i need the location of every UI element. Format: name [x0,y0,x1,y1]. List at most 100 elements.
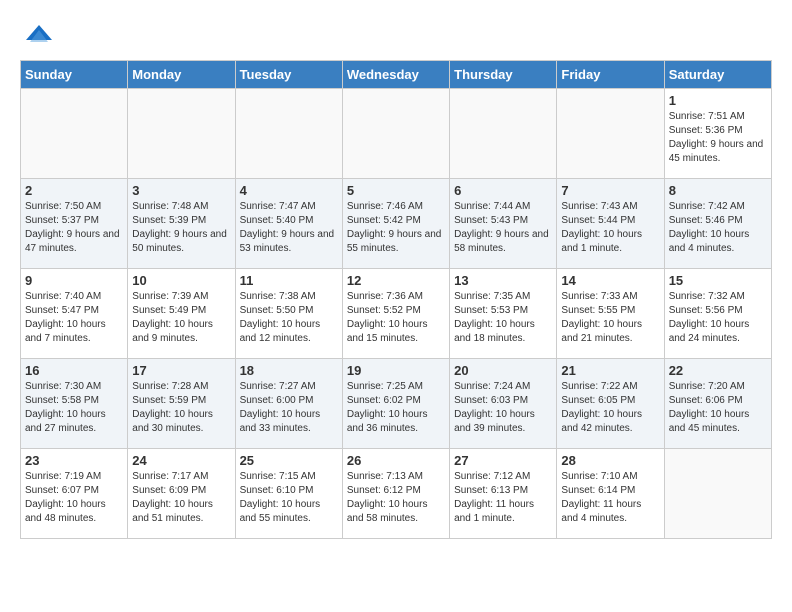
calendar-cell: 12 Sunrise: 7:36 AM Sunset: 5:52 PM Dayli… [342,269,449,359]
day-number: 10 [132,273,230,288]
day-info: Sunrise: 7:35 AM Sunset: 5:53 PM Dayligh… [454,290,552,346]
col-header-thursday: Thursday [450,61,557,89]
calendar-cell: 19 Sunrise: 7:25 AM Sunset: 6:02 PM Dayli… [342,359,449,449]
day-number: 26 [347,453,445,468]
day-number: 14 [561,273,659,288]
day-info: Sunrise: 7:50 AM Sunset: 5:37 PM Dayligh… [25,200,123,256]
day-number: 8 [669,183,767,198]
day-info: Sunrise: 7:51 AM Sunset: 5:36 PM Dayligh… [669,110,767,166]
day-info: Sunrise: 7:39 AM Sunset: 5:49 PM Dayligh… [132,290,230,346]
logo-text [20,20,54,50]
day-info: Sunrise: 7:43 AM Sunset: 5:44 PM Dayligh… [561,200,659,256]
day-number: 9 [25,273,123,288]
calendar-cell: 3Sunrise: 7:48 AM Sunset: 5:39 PM Daylig… [128,179,235,269]
calendar-cell: 23 Sunrise: 7:19 AM Sunset: 6:07 PM Dayli… [21,449,128,539]
col-header-tuesday: Tuesday [235,61,342,89]
col-header-sunday: Sunday [21,61,128,89]
day-info: Sunrise: 7:27 AM Sunset: 6:00 PM Dayligh… [240,380,338,436]
day-info: Sunrise: 7:44 AM Sunset: 5:43 PM Dayligh… [454,200,552,256]
calendar-cell [450,89,557,179]
calendar-cell: 8 Sunrise: 7:42 AM Sunset: 5:46 PM Daylig… [664,179,771,269]
day-info: Sunrise: 7:33 AM Sunset: 5:55 PM Dayligh… [561,290,659,346]
day-info: Sunrise: 7:17 AM Sunset: 6:09 PM Dayligh… [132,470,230,526]
calendar-cell: 14 Sunrise: 7:33 AM Sunset: 5:55 PM Dayli… [557,269,664,359]
calendar-cell: 18 Sunrise: 7:27 AM Sunset: 6:00 PM Dayli… [235,359,342,449]
day-info: Sunrise: 7:13 AM Sunset: 6:12 PM Dayligh… [347,470,445,526]
calendar-cell: 1 Sunrise: 7:51 AM Sunset: 5:36 PM Daylig… [664,89,771,179]
day-number: 21 [561,363,659,378]
day-number: 2 [25,183,123,198]
day-number: 11 [240,273,338,288]
logo-icon [24,20,54,50]
day-info: Sunrise: 7:15 AM Sunset: 6:10 PM Dayligh… [240,470,338,526]
day-info: Sunrise: 7:32 AM Sunset: 5:56 PM Dayligh… [669,290,767,346]
col-header-saturday: Saturday [664,61,771,89]
day-info: Sunrise: 7:19 AM Sunset: 6:07 PM Dayligh… [25,470,123,526]
day-number: 23 [25,453,123,468]
calendar-cell: 11 Sunrise: 7:38 AM Sunset: 5:50 PM Dayli… [235,269,342,359]
day-number: 7 [561,183,659,198]
day-info: Sunrise: 7:22 AM Sunset: 6:05 PM Dayligh… [561,380,659,436]
calendar-cell: 24 Sunrise: 7:17 AM Sunset: 6:09 PM Dayli… [128,449,235,539]
day-number: 19 [347,363,445,378]
calendar-cell: 25Sunrise: 7:15 AM Sunset: 6:10 PM Dayli… [235,449,342,539]
calendar-cell: 2 Sunrise: 7:50 AM Sunset: 5:37 PM Daylig… [21,179,128,269]
calendar-cell: 5 Sunrise: 7:46 AM Sunset: 5:42 PM Daylig… [342,179,449,269]
calendar-cell: 20 Sunrise: 7:24 AM Sunset: 6:03 PM Dayli… [450,359,557,449]
day-info: Sunrise: 7:20 AM Sunset: 6:06 PM Dayligh… [669,380,767,436]
day-number: 20 [454,363,552,378]
day-info: Sunrise: 7:36 AM Sunset: 5:52 PM Dayligh… [347,290,445,346]
calendar-cell: 13 Sunrise: 7:35 AM Sunset: 5:53 PM Dayli… [450,269,557,359]
calendar-week-row: 1 Sunrise: 7:51 AM Sunset: 5:36 PM Daylig… [21,89,772,179]
day-number: 6 [454,183,552,198]
calendar-week-row: 9 Sunrise: 7:40 AM Sunset: 5:47 PM Daylig… [21,269,772,359]
day-number: 24 [132,453,230,468]
day-info: Sunrise: 7:25 AM Sunset: 6:02 PM Dayligh… [347,380,445,436]
day-info: Sunrise: 7:10 AM Sunset: 6:14 PM Dayligh… [561,470,659,526]
day-info: Sunrise: 7:38 AM Sunset: 5:50 PM Dayligh… [240,290,338,346]
day-info: Sunrise: 7:12 AM Sunset: 6:13 PM Dayligh… [454,470,552,526]
calendar-cell [21,89,128,179]
day-number: 4 [240,183,338,198]
calendar-header-row: SundayMondayTuesdayWednesdayThursdayFrid… [21,61,772,89]
calendar-cell [128,89,235,179]
calendar-week-row: 16Sunrise: 7:30 AM Sunset: 5:58 PM Dayli… [21,359,772,449]
calendar-cell: 4 Sunrise: 7:47 AM Sunset: 5:40 PM Daylig… [235,179,342,269]
calendar-week-row: 23 Sunrise: 7:19 AM Sunset: 6:07 PM Dayli… [21,449,772,539]
calendar-cell: 21 Sunrise: 7:22 AM Sunset: 6:05 PM Dayli… [557,359,664,449]
calendar-table: SundayMondayTuesdayWednesdayThursdayFrid… [20,60,772,539]
day-number: 5 [347,183,445,198]
col-header-friday: Friday [557,61,664,89]
calendar-cell [235,89,342,179]
day-number: 28 [561,453,659,468]
calendar-cell: 10 Sunrise: 7:39 AM Sunset: 5:49 PM Dayli… [128,269,235,359]
calendar-cell: 28 Sunrise: 7:10 AM Sunset: 6:14 PM Dayli… [557,449,664,539]
calendar-cell: 22 Sunrise: 7:20 AM Sunset: 6:06 PM Dayli… [664,359,771,449]
day-info: Sunrise: 7:47 AM Sunset: 5:40 PM Dayligh… [240,200,338,256]
calendar-cell: 27 Sunrise: 7:12 AM Sunset: 6:13 PM Dayli… [450,449,557,539]
day-number: 1 [669,93,767,108]
day-info: Sunrise: 7:46 AM Sunset: 5:42 PM Dayligh… [347,200,445,256]
day-number: 18 [240,363,338,378]
calendar-cell: 17Sunrise: 7:28 AM Sunset: 5:59 PM Dayli… [128,359,235,449]
day-info: Sunrise: 7:42 AM Sunset: 5:46 PM Dayligh… [669,200,767,256]
calendar-week-row: 2 Sunrise: 7:50 AM Sunset: 5:37 PM Daylig… [21,179,772,269]
calendar-cell: 15Sunrise: 7:32 AM Sunset: 5:56 PM Dayli… [664,269,771,359]
logo [20,20,54,50]
calendar-cell [557,89,664,179]
day-number: 13 [454,273,552,288]
col-header-monday: Monday [128,61,235,89]
day-number: 16 [25,363,123,378]
day-number: 12 [347,273,445,288]
calendar-cell [664,449,771,539]
day-number: 22 [669,363,767,378]
page-header [20,20,772,50]
day-info: Sunrise: 7:40 AM Sunset: 5:47 PM Dayligh… [25,290,123,346]
day-info: Sunrise: 7:24 AM Sunset: 6:03 PM Dayligh… [454,380,552,436]
calendar-cell: 16Sunrise: 7:30 AM Sunset: 5:58 PM Dayli… [21,359,128,449]
day-info: Sunrise: 7:48 AM Sunset: 5:39 PM Dayligh… [132,200,230,256]
calendar-cell: 9 Sunrise: 7:40 AM Sunset: 5:47 PM Daylig… [21,269,128,359]
calendar-cell: 7 Sunrise: 7:43 AM Sunset: 5:44 PM Daylig… [557,179,664,269]
day-number: 27 [454,453,552,468]
day-number: 17 [132,363,230,378]
